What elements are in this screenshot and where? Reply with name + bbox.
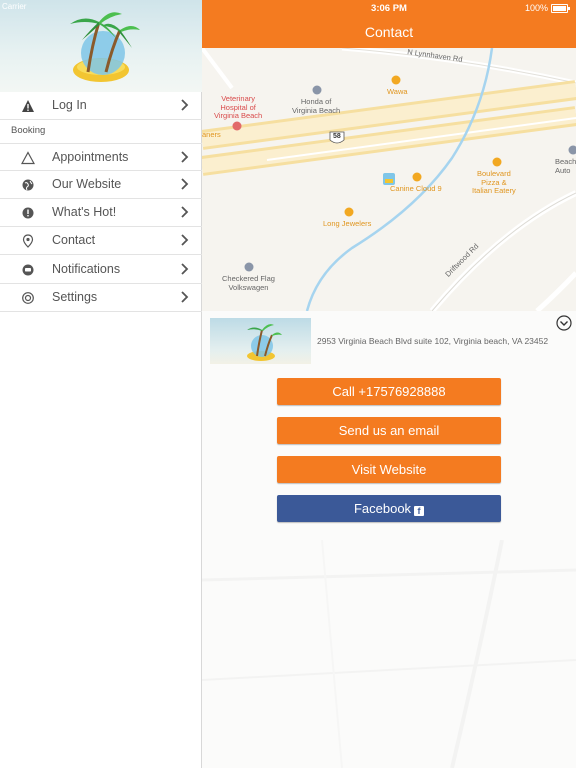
store-pin-icon: [391, 75, 401, 85]
map-label-canine: Canine Cloud 9: [390, 184, 442, 193]
sidebar: Carrier Log In Booking Appointments Our …: [0, 0, 202, 768]
triangle-icon: [21, 151, 35, 165]
login-row[interactable]: Log In: [0, 92, 202, 120]
chevron-right-icon: [181, 206, 189, 218]
sidebar-logo: Carrier: [0, 0, 202, 92]
chat-bubble-icon: [22, 264, 34, 276]
map-label-cleaners: aners: [202, 130, 221, 139]
section-label-booking: Booking: [11, 125, 46, 136]
vet-pin-icon: [232, 121, 242, 131]
business-thumbnail: [210, 318, 311, 364]
nav-bar: 3:06 PM 100% Contact: [202, 0, 576, 48]
sidebar-item-whats-hot[interactable]: What's Hot!: [0, 199, 202, 227]
call-button[interactable]: Call +17576928888: [277, 378, 501, 405]
sidebar-item-label: Notifications: [52, 262, 121, 276]
facebook-button[interactable]: Facebook f: [277, 495, 501, 522]
sidebar-item-notifications[interactable]: Notifications: [0, 256, 202, 284]
status-time: 3:06 PM: [371, 3, 407, 14]
sidebar-item-our-website[interactable]: Our Website: [0, 171, 202, 199]
visit-website-button[interactable]: Visit Website: [277, 456, 501, 483]
chevron-right-icon: [181, 99, 189, 111]
sidebar-item-settings[interactable]: Settings: [0, 284, 202, 312]
car-dealer-pin-icon: [244, 262, 254, 272]
email-button[interactable]: Send us an email: [277, 417, 501, 444]
sidebar-item-label: Our Website: [52, 177, 122, 191]
business-address: 2953 Virginia Beach Blvd suite 102, Virg…: [317, 336, 549, 346]
sidebar-item-label: Settings: [52, 290, 98, 304]
battery-icon: [551, 3, 570, 13]
chevron-right-icon: [181, 234, 189, 246]
map-label-vet: Veterinary Hospital of Virginia Beach: [214, 94, 263, 120]
pet-store-pin-icon: [412, 172, 422, 182]
exclamation-icon: [22, 207, 34, 219]
jewelry-pin-icon: [344, 207, 354, 217]
page-title: Contact: [364, 24, 414, 40]
warning-icon: [22, 100, 34, 112]
chevron-down-circle-icon[interactable]: [556, 315, 572, 331]
restaurant-pin-icon: [492, 157, 502, 167]
sidebar-item-appointments[interactable]: Appointments: [0, 143, 202, 171]
map-label-boulevard: Boulevard Pizza & Italian Eatery: [472, 169, 516, 195]
chevron-right-icon: [181, 291, 189, 303]
car-dealer-pin-icon: [312, 85, 322, 95]
sidebar-item-label: What's Hot!: [52, 205, 117, 219]
map-view[interactable]: N Lynnhaven Rd Honda of Virginia Beach W…: [202, 48, 576, 311]
palm-island-logo: [247, 324, 282, 361]
battery-percent: 100%: [524, 3, 548, 13]
map-label-beach-auto: Beach Auto: [555, 157, 576, 175]
facebook-icon: f: [414, 506, 425, 516]
palm-island-logo: [70, 12, 140, 82]
chevron-right-icon: [181, 151, 189, 163]
background-map-texture: [202, 540, 576, 768]
map-label-checkered: Checkered Flag Volkswagen: [222, 274, 275, 292]
main-content: 3:06 PM 100% Contact N Lynnhaven Rd Hond…: [202, 0, 576, 768]
map-label-long-jewelers: Long Jewelers: [323, 219, 372, 228]
sidebar-item-contact[interactable]: Contact: [0, 227, 202, 255]
chevron-right-icon: [181, 263, 189, 275]
location-pin-icon: [22, 234, 34, 248]
login-label: Log In: [52, 98, 87, 112]
battery-indicator: 100%: [524, 3, 570, 13]
contact-info-row: 2953 Virginia Beach Blvd suite 102, Virg…: [202, 311, 576, 373]
map-label-honda: Honda of Virginia Beach: [292, 97, 341, 115]
car-dealer-pin-icon: [568, 145, 576, 155]
sidebar-item-label: Appointments: [52, 150, 129, 164]
gear-icon: [22, 292, 34, 304]
chevron-right-icon: [181, 178, 189, 190]
sidebar-item-label: Contact: [52, 233, 96, 247]
facebook-button-label: Facebook: [353, 501, 412, 516]
route-shield-label: 58: [333, 133, 341, 140]
map-label-wawa: Wawa: [387, 87, 408, 96]
carrier-label: Carrier: [2, 2, 27, 11]
globe-icon: [22, 179, 34, 191]
